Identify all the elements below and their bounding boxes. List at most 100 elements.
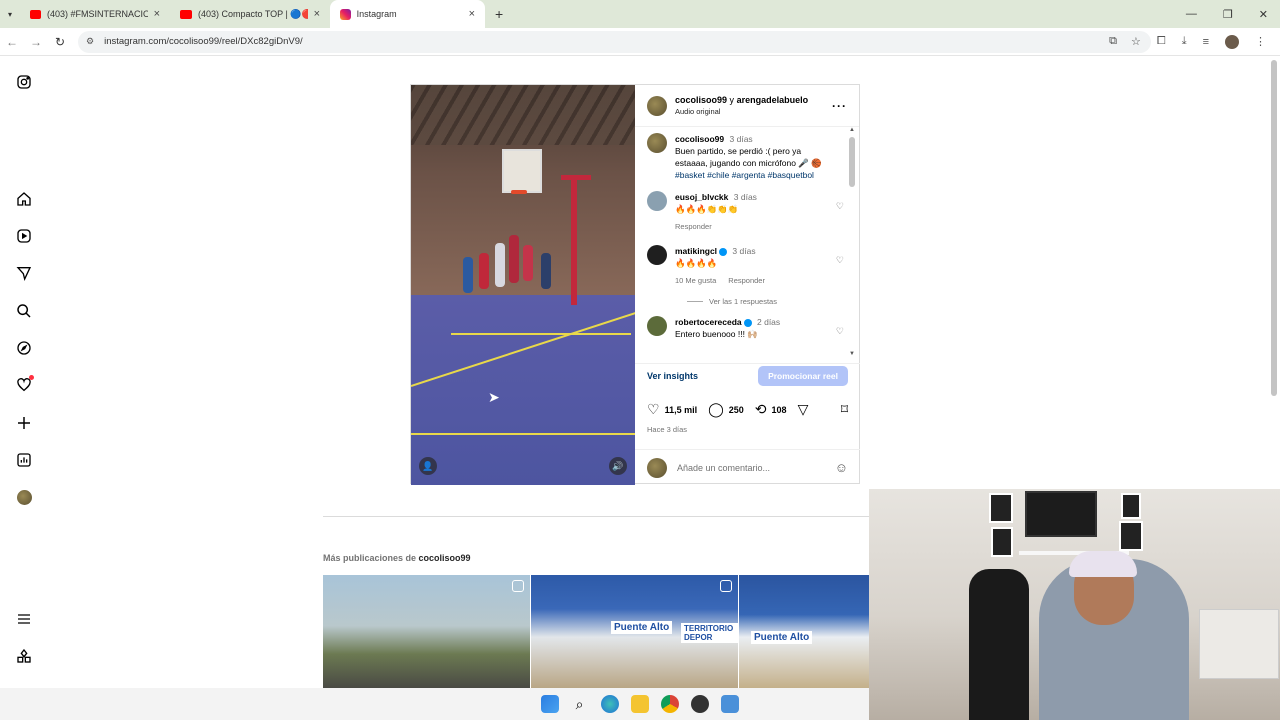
- new-tab-button[interactable]: +: [485, 0, 513, 28]
- scroll-down-icon[interactable]: ▼: [849, 351, 855, 357]
- more-menu-icon[interactable]: [14, 609, 34, 629]
- like-count[interactable]: 11,5 mil: [665, 405, 698, 415]
- download-icon[interactable]: ⤓: [1182, 35, 1187, 48]
- bookmark-star-icon[interactable]: ☆: [1131, 35, 1141, 48]
- video-hoop-pole: [571, 175, 577, 305]
- more-options-button[interactable]: ···: [832, 99, 847, 113]
- verified-badge-icon: [743, 318, 752, 327]
- edge-icon[interactable]: [600, 695, 619, 713]
- close-window-icon[interactable]: ✕: [1259, 8, 1268, 21]
- caption-time: 3 días: [729, 134, 753, 144]
- video-player-figure: [479, 253, 489, 289]
- chrome-icon[interactable]: [660, 695, 679, 713]
- comments-list[interactable]: cocolisoo99 3 días Buen partido, se perd…: [635, 129, 860, 353]
- post-thumbnail[interactable]: Puente Alto: [739, 575, 869, 688]
- dashboard-icon[interactable]: [14, 450, 34, 470]
- start-icon[interactable]: [540, 695, 559, 713]
- restore-icon[interactable]: ❐: [1223, 8, 1233, 21]
- view-replies-button[interactable]: Ver las 1 respuestas: [687, 297, 848, 306]
- notification-dot: [29, 375, 34, 380]
- mouse-cursor-icon: ➤: [488, 389, 500, 405]
- tagged-users-icon[interactable]: 👤: [419, 457, 437, 475]
- caption-username[interactable]: cocolisoo99: [675, 134, 724, 144]
- thumbnail-text: Puente Alto: [611, 621, 673, 634]
- save-bookmark-icon[interactable]: ⌑: [841, 401, 848, 418]
- post-thumbnail[interactable]: [323, 575, 530, 688]
- emoji-icon[interactable]: ☺: [835, 460, 848, 475]
- tab-list-button[interactable]: ▾: [0, 0, 20, 28]
- like-comment-heart-icon[interactable]: ♡: [836, 326, 844, 337]
- browser-tab-1[interactable]: (403) #FMSINTERNACIONAL 2( ×: [20, 0, 170, 28]
- more-posts-username[interactable]: cocolisoo99: [419, 553, 471, 563]
- forward-icon[interactable]: →: [24, 35, 48, 49]
- author-avatar[interactable]: [647, 133, 667, 153]
- comment-count: 250: [728, 404, 744, 415]
- browser-tab-instagram[interactable]: Instagram ×: [330, 0, 486, 28]
- reels-icon[interactable]: [14, 226, 34, 246]
- browser-menu-icon[interactable]: ⋮: [1255, 35, 1266, 48]
- view-insights-link[interactable]: Ver insights: [647, 371, 698, 381]
- like-comment-heart-icon[interactable]: ♡: [836, 201, 844, 212]
- comments-scrollbar[interactable]: ▲ ▼: [849, 127, 855, 357]
- thumbnail-text: Puente Alto: [751, 631, 813, 644]
- share-icon[interactable]: ▽: [798, 401, 809, 418]
- commenter-avatar[interactable]: [647, 316, 667, 336]
- extensions-icon[interactable]: ⧠: [1157, 35, 1166, 48]
- url-field[interactable]: ⚙ instagram.com/cocolisoo99/reel/DXc82gi…: [78, 30, 1151, 53]
- verified-badge-icon: [719, 247, 728, 256]
- create-plus-icon[interactable]: [14, 413, 34, 433]
- media-control-icon[interactable]: ≡: [1203, 36, 1209, 48]
- caption-hashtags[interactable]: #basket #chile #argenta #basquetbol: [675, 169, 835, 181]
- close-icon[interactable]: ×: [154, 8, 160, 20]
- obs-icon[interactable]: [690, 695, 709, 713]
- site-info-icon[interactable]: ⚙: [86, 36, 94, 47]
- instagram-logo-icon[interactable]: [14, 72, 34, 92]
- instagram-sidebar: [0, 56, 48, 688]
- also-from-meta-icon[interactable]: [14, 646, 34, 666]
- profile-avatar[interactable]: [1225, 34, 1239, 49]
- page-scrollbar[interactable]: [1271, 60, 1277, 396]
- notifications-heart-icon[interactable]: [14, 375, 34, 395]
- section-divider: [323, 516, 869, 517]
- close-icon[interactable]: ×: [469, 8, 475, 20]
- webcam-frame: [991, 527, 1013, 557]
- profile-avatar-icon[interactable]: [14, 487, 34, 507]
- reload-icon[interactable]: ↻: [48, 35, 72, 49]
- reply-button[interactable]: Responder: [728, 275, 765, 287]
- back-icon[interactable]: ←: [0, 35, 24, 49]
- comment-likes[interactable]: 10 Me gusta: [675, 275, 716, 287]
- volume-icon[interactable]: 🔊: [609, 457, 627, 475]
- home-icon[interactable]: [14, 189, 34, 209]
- comment-item: matikingcl 3 días 🔥🔥🔥🔥 10 Me gusta Respo…: [647, 245, 848, 287]
- minimize-icon[interactable]: —: [1186, 8, 1197, 21]
- author-avatar[interactable]: [647, 95, 667, 116]
- post-thumbnail[interactable]: Puente Alto TERRITORIO DEPOR: [531, 575, 738, 688]
- install-app-icon[interactable]: ⧉: [1109, 35, 1117, 48]
- commenter-avatar[interactable]: [647, 245, 667, 265]
- collab-username[interactable]: arengadelabuelo: [737, 95, 809, 105]
- author-username[interactable]: cocolisoo99: [675, 95, 727, 105]
- youtube-icon: [180, 9, 192, 19]
- audio-label[interactable]: Audio original: [675, 106, 808, 118]
- search-icon[interactable]: [14, 301, 34, 321]
- scrollbar-thumb[interactable]: [849, 137, 855, 187]
- explore-icon[interactable]: [14, 338, 34, 358]
- promote-reel-button[interactable]: Promocionar reel: [758, 365, 848, 386]
- comment-icon[interactable]: ◯: [708, 401, 724, 418]
- commenter-avatar[interactable]: [647, 191, 667, 211]
- add-comment-input[interactable]: Añade un comentario...: [677, 463, 770, 473]
- repost-icon[interactable]: ⟲: [755, 401, 767, 418]
- messages-icon[interactable]: [14, 263, 34, 283]
- browser-tab-2[interactable]: (403) Compacto TOP | 🔵🔴 U ×: [170, 0, 330, 28]
- scroll-up-icon[interactable]: ▲: [849, 127, 855, 133]
- like-heart-icon[interactable]: ♡: [647, 401, 660, 418]
- reel-video[interactable]: ➤ 👤 🔊: [411, 85, 635, 485]
- photos-icon[interactable]: [720, 695, 739, 713]
- webcam-chair: [969, 569, 1029, 720]
- search-taskbar-icon[interactable]: ⌕: [571, 695, 589, 713]
- like-comment-heart-icon[interactable]: ♡: [836, 255, 844, 266]
- reply-button[interactable]: Responder: [675, 221, 712, 233]
- video-backboard: [502, 149, 542, 193]
- close-icon[interactable]: ×: [314, 8, 320, 20]
- file-explorer-icon[interactable]: [630, 695, 649, 713]
